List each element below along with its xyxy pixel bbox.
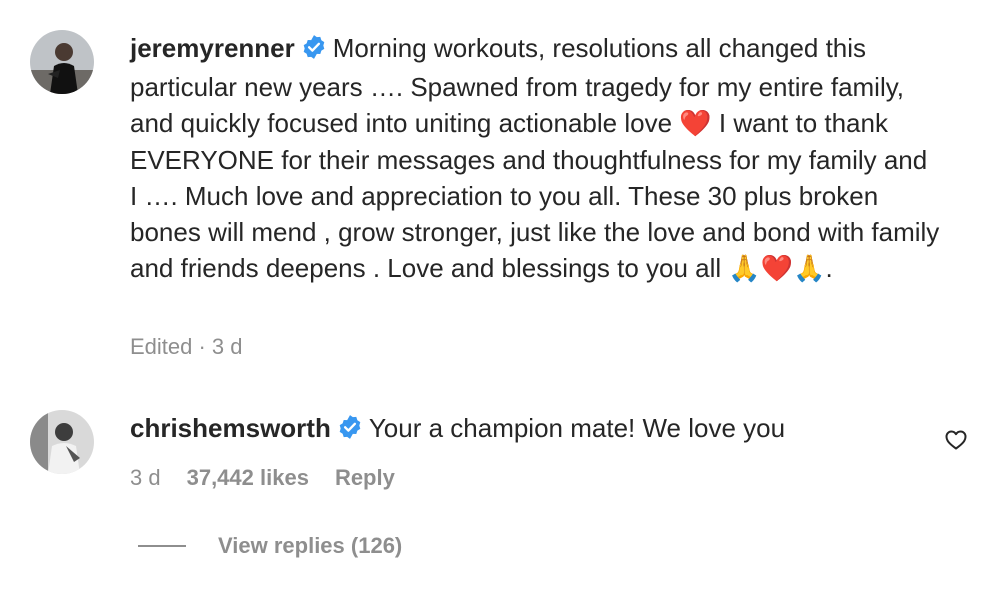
comment-meta: 3 d 37,442 likes Reply xyxy=(130,464,395,492)
emoji-sequence: 🙏❤️🙏 xyxy=(728,254,826,284)
username[interactable]: jeremyrenner xyxy=(130,33,295,63)
comment-period: . xyxy=(825,253,833,283)
likes-count[interactable]: 37,442 likes xyxy=(187,464,309,492)
comment-jeremyrenner: jeremyrenner Morning workouts, resolution… xyxy=(130,30,940,287)
replies-divider xyxy=(138,545,186,547)
username[interactable]: chrishemsworth xyxy=(130,413,331,443)
avatar-jeremyrenner[interactable] xyxy=(30,30,94,94)
heart-emoji: ❤️ xyxy=(679,109,712,139)
comment-body: Your a champion mate! We love you xyxy=(368,413,786,443)
comment-text: jeremyrenner Morning workouts, resolution… xyxy=(130,30,940,287)
comment-time: 3 d xyxy=(130,465,161,490)
reply-button[interactable]: Reply xyxy=(335,464,395,492)
view-replies-button[interactable]: View replies (126) xyxy=(138,533,402,559)
comment-meta: Edited · 3 d xyxy=(130,334,243,359)
comment-chrishemsworth: chrishemsworth Your a champion mate! We l… xyxy=(130,410,910,449)
avatar-chrishemsworth[interactable] xyxy=(30,410,94,474)
comment-text: chrishemsworth Your a champion mate! We l… xyxy=(130,410,910,449)
verified-badge-icon xyxy=(301,33,327,69)
verified-badge-icon xyxy=(337,413,363,449)
like-heart-icon[interactable] xyxy=(944,428,968,452)
view-replies-label: View replies (126) xyxy=(218,533,403,558)
